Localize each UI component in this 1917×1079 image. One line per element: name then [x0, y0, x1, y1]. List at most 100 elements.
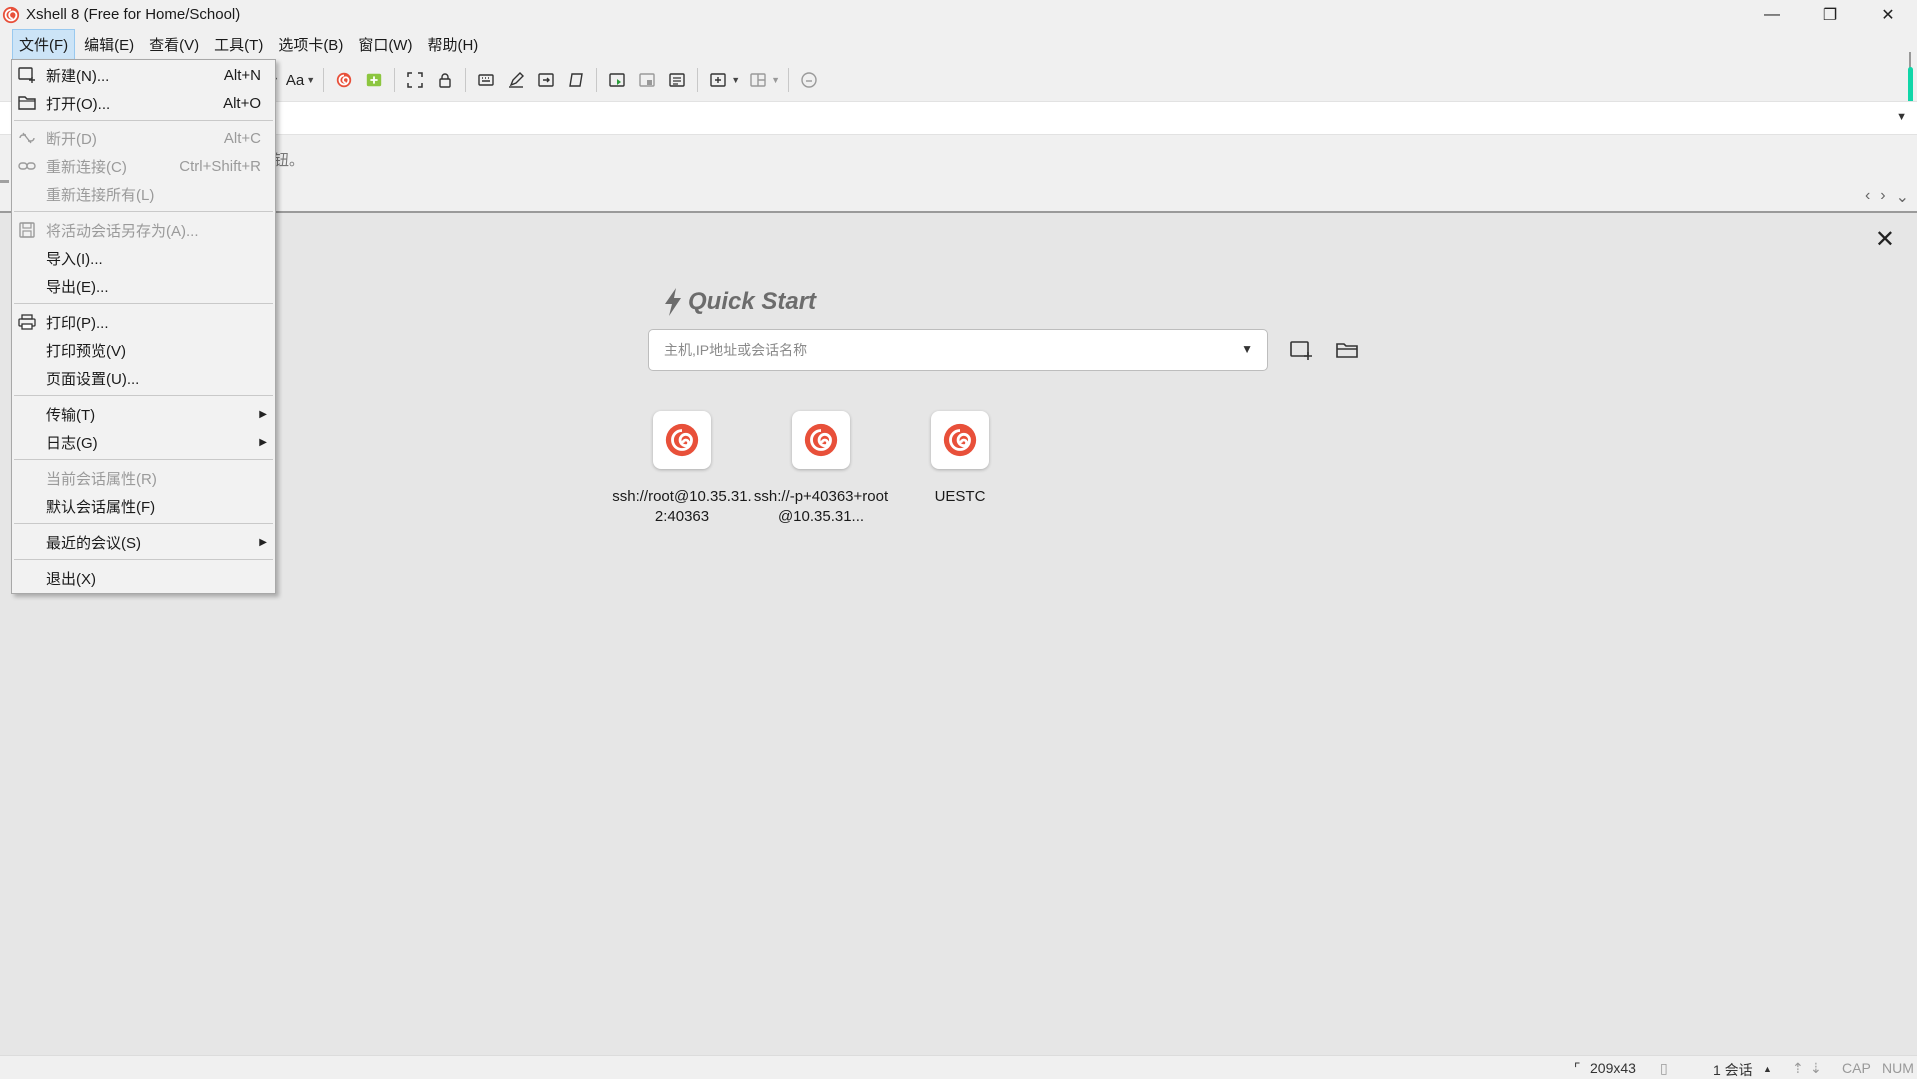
- menu-item-reconnect[interactable]: 重新连接(C) Ctrl+Shift+R: [12, 152, 275, 180]
- terminal-size-icon: ⌜: [1574, 1060, 1581, 1076]
- menu-item-default-props[interactable]: 默认会话属性(F): [12, 492, 275, 520]
- open-folder-icon[interactable]: [1333, 337, 1361, 363]
- menu-item-recent[interactable]: 最近的会议(S) ▶: [12, 528, 275, 556]
- submenu-arrow-icon: ▶: [259, 408, 267, 420]
- close-window-button[interactable]: ✕: [1859, 0, 1917, 29]
- menu-item-new[interactable]: 新建(N)... Alt+N: [12, 61, 275, 89]
- menu-separator: [14, 211, 273, 212]
- menu-item-disconnect[interactable]: 断开(D) Alt+C: [12, 124, 275, 152]
- menu-help[interactable]: 帮助(H): [421, 30, 484, 59]
- link-icon: [16, 155, 38, 177]
- session-up-icon[interactable]: ▲: [1763, 1064, 1772, 1074]
- quick-start-panel: ✕ Quick Start ▼ ssh://root@10.35.31.2:40…: [0, 215, 1917, 1055]
- address-bar[interactable]: ▼: [0, 101, 1917, 135]
- download-icon: ⇣: [1810, 1060, 1822, 1076]
- font-button[interactable]: Aa: [282, 72, 308, 89]
- session-icon[interactable]: [653, 411, 711, 469]
- status-bar: ⌜ 209x43 ▯ 1 会话 ▲ ⇡ ⇣ CAP NUM: [0, 1055, 1917, 1079]
- session-label[interactable]: UESTC: [890, 487, 1030, 507]
- cursor-icon: ▯: [1660, 1060, 1668, 1076]
- file-menu: 新建(N)... Alt+N 打开(O)... Alt+O 断开(D) Alt+…: [11, 59, 276, 594]
- menu-item-export[interactable]: 导出(E)...: [12, 272, 275, 300]
- title-bar: Xshell 8 (Free for Home/School) — ❐ ✕: [0, 0, 1917, 29]
- submenu-arrow-icon: ▶: [259, 536, 267, 548]
- chat-icon[interactable]: [796, 67, 822, 93]
- session-label[interactable]: ssh://root@10.35.31.2:40363: [612, 487, 752, 527]
- tab-list-icon[interactable]: ⌄: [1896, 187, 1909, 207]
- upload-icon: ⇡: [1792, 1060, 1804, 1076]
- session-item[interactable]: ssh://root@10.35.31.2:40363: [612, 411, 752, 527]
- session-item[interactable]: ssh://-p+40363+root@10.35.31...: [751, 411, 891, 527]
- menu-bar: 文件(F) 编辑(E) 查看(V) 工具(T) 选项卡(B) 窗口(W) 帮助(…: [0, 28, 1917, 60]
- layout-icon[interactable]: [745, 67, 771, 93]
- session-label[interactable]: ssh://-p+40363+root@10.35.31...: [751, 487, 891, 527]
- new-session-icon: [16, 64, 38, 86]
- terminal-size: 209x43: [1590, 1060, 1636, 1076]
- fullscreen-icon[interactable]: [402, 67, 428, 93]
- menu-item-page-setup[interactable]: 页面设置(U)...: [12, 364, 275, 392]
- tab-strip: ‹ › ⌄: [0, 183, 1917, 213]
- num-indicator: NUM: [1882, 1060, 1914, 1076]
- xshell-logo-icon: [0, 4, 22, 26]
- font-dropdown-icon[interactable]: ▼: [306, 75, 315, 85]
- menu-view[interactable]: 查看(V): [143, 30, 205, 59]
- menu-item-import[interactable]: 导入(I)...: [12, 244, 275, 272]
- menu-separator: [14, 559, 273, 560]
- menu-tools[interactable]: 工具(T): [208, 30, 269, 59]
- menu-separator: [14, 459, 273, 460]
- toolbar: ▼ Aa ▼ ▼ ▼: [0, 59, 1917, 101]
- menu-tabs[interactable]: 选项卡(B): [272, 30, 349, 59]
- submenu-arrow-icon: ▶: [259, 436, 267, 448]
- hint-bar: 钮。: [0, 135, 1917, 183]
- address-dropdown-icon[interactable]: ▼: [1896, 111, 1907, 123]
- save-icon: [16, 219, 38, 241]
- xftp-icon[interactable]: [361, 67, 387, 93]
- run-icon[interactable]: [604, 67, 630, 93]
- menu-item-print[interactable]: 打印(P)...: [12, 308, 275, 336]
- notes-icon[interactable]: [664, 67, 690, 93]
- quick-start-search[interactable]: ▼: [648, 329, 1268, 371]
- menu-item-transfer[interactable]: 传输(T) ▶: [12, 400, 275, 428]
- menu-item-log[interactable]: 日志(G) ▶: [12, 428, 275, 456]
- host-input[interactable]: [649, 331, 1219, 369]
- menu-file[interactable]: 文件(F): [12, 28, 76, 60]
- printer-icon: [16, 311, 38, 333]
- menu-edit[interactable]: 编辑(E): [78, 30, 140, 59]
- tab-next-icon[interactable]: ›: [1880, 187, 1885, 207]
- menu-separator: [14, 120, 273, 121]
- session-icon[interactable]: [931, 411, 989, 469]
- new-tab-dropdown-icon[interactable]: ▼: [731, 75, 740, 85]
- close-icon[interactable]: ✕: [1875, 225, 1895, 254]
- script-icon[interactable]: [563, 67, 589, 93]
- session-item[interactable]: UESTC: [890, 411, 1030, 507]
- minimize-button[interactable]: —: [1743, 0, 1801, 29]
- keyboard-icon[interactable]: [473, 67, 499, 93]
- menu-separator: [14, 523, 273, 524]
- menu-item-save-as[interactable]: 将活动会话另存为(A)...: [12, 216, 275, 244]
- layout-dropdown-icon[interactable]: ▼: [771, 75, 780, 85]
- lock-icon[interactable]: [432, 67, 458, 93]
- menu-separator: [14, 303, 273, 304]
- new-session-icon[interactable]: [1287, 337, 1315, 363]
- menu-item-reconnect-all[interactable]: 重新连接所有(L): [12, 180, 275, 208]
- session-count[interactable]: 1 会话: [1713, 1060, 1753, 1079]
- history-dropdown-icon[interactable]: ▼: [1241, 342, 1253, 356]
- lightning-icon: [665, 288, 681, 316]
- menu-item-current-props[interactable]: 当前会话属性(R): [12, 464, 275, 492]
- compose-icon[interactable]: [503, 67, 529, 93]
- new-tab-icon[interactable]: [705, 67, 731, 93]
- tab-prev-icon[interactable]: ‹: [1865, 187, 1870, 207]
- hint-text: 钮。: [274, 152, 305, 169]
- menu-window[interactable]: 窗口(W): [352, 30, 418, 59]
- window-title: Xshell 8 (Free for Home/School): [26, 6, 241, 23]
- session-icon[interactable]: [792, 411, 850, 469]
- stop-icon[interactable]: [634, 67, 660, 93]
- restore-button[interactable]: ❐: [1801, 0, 1859, 29]
- disconnect-icon: [16, 127, 38, 149]
- open-icon: [16, 92, 38, 114]
- transfer-icon[interactable]: [533, 67, 559, 93]
- xshell-icon[interactable]: [331, 67, 357, 93]
- menu-item-exit[interactable]: 退出(X): [12, 564, 275, 592]
- menu-item-open[interactable]: 打开(O)... Alt+O: [12, 89, 275, 117]
- menu-item-print-preview[interactable]: 打印预览(V): [12, 336, 275, 364]
